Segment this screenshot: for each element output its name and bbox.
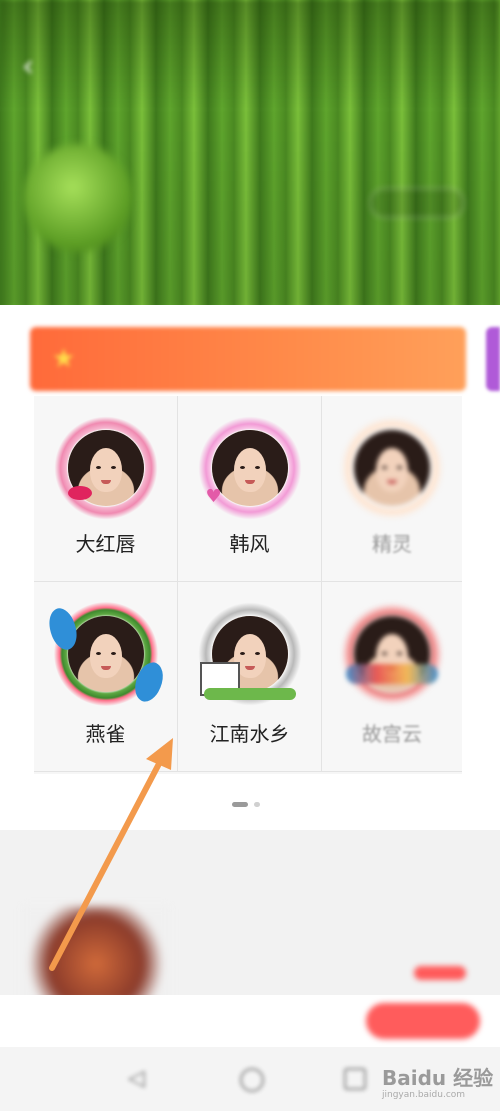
nav-back-icon[interactable]: ◁ <box>128 1068 150 1090</box>
back-arrow-icon[interactable]: ‹ <box>22 52 52 82</box>
profile-avatar <box>24 144 132 252</box>
frame-name: 精灵 <box>372 532 412 556</box>
header-banner: ‹ <box>0 0 500 305</box>
frame-name: 燕雀 <box>85 722 126 746</box>
activity-meta <box>188 962 378 978</box>
page-indicator <box>232 802 262 808</box>
activity-title[interactable] <box>188 918 358 944</box>
crown-icon: ★ <box>52 344 76 374</box>
frame-item-swallow[interactable]: 燕雀 <box>34 582 178 772</box>
watermark-sub: jingyan.baidu.com <box>382 1090 466 1100</box>
open-button[interactable] <box>366 1003 480 1039</box>
activity-thumbnail[interactable] <box>22 906 170 1002</box>
frame-item-big-lips[interactable]: 大红唇 <box>34 396 178 582</box>
page-dot <box>254 802 260 807</box>
heart-icon: ♥ <box>205 486 222 507</box>
header-action-button[interactable] <box>370 188 464 218</box>
status-bar <box>0 0 500 30</box>
nav-home-icon[interactable] <box>240 1068 264 1092</box>
avatar-photo <box>211 430 288 506</box>
frame-name: 故宫云 <box>362 722 422 746</box>
jiangnan-frame-icon <box>197 602 302 706</box>
frame-name: 大红唇 <box>75 532 136 556</box>
frame-item-elf[interactable]: 精灵 <box>322 396 462 582</box>
frame-name: 江南水乡 <box>209 722 290 746</box>
page-dot-active <box>232 802 248 807</box>
frame-grid: 大红唇 ♥ 韩风 精灵 燕雀 江南水乡 故宫云 <box>34 396 462 774</box>
lips-decoration-icon <box>67 486 92 500</box>
frame-item-palace-cloud[interactable]: 故宫云 <box>322 582 462 772</box>
frame-item-korean[interactable]: ♥ 韩风 <box>178 396 322 582</box>
avatar-photo <box>67 616 144 692</box>
avatar-photo <box>354 430 430 506</box>
watermark-text: Baidu 经验 <box>382 1066 494 1090</box>
frame-name: 韩风 <box>229 532 270 556</box>
grass-decoration-icon <box>203 688 296 700</box>
activity-tag <box>414 966 466 980</box>
big-lips-frame-icon <box>53 416 158 520</box>
elf-frame-icon <box>340 416 444 520</box>
baidu-watermark: Baidu 经验 jingyan.baidu.com <box>382 1062 494 1106</box>
korean-frame-icon: ♥ <box>197 416 302 520</box>
recommend-banner[interactable]: ★ <box>30 327 466 391</box>
palace-cloud-frame-icon <box>340 602 444 706</box>
nav-recent-icon[interactable] <box>344 1068 366 1090</box>
swallow-frame-icon <box>41 602 170 706</box>
cloud-decoration-icon <box>346 664 438 684</box>
next-banner-peek[interactable] <box>486 327 500 391</box>
frame-item-jiangnan[interactable]: 江南水乡 <box>178 582 322 772</box>
